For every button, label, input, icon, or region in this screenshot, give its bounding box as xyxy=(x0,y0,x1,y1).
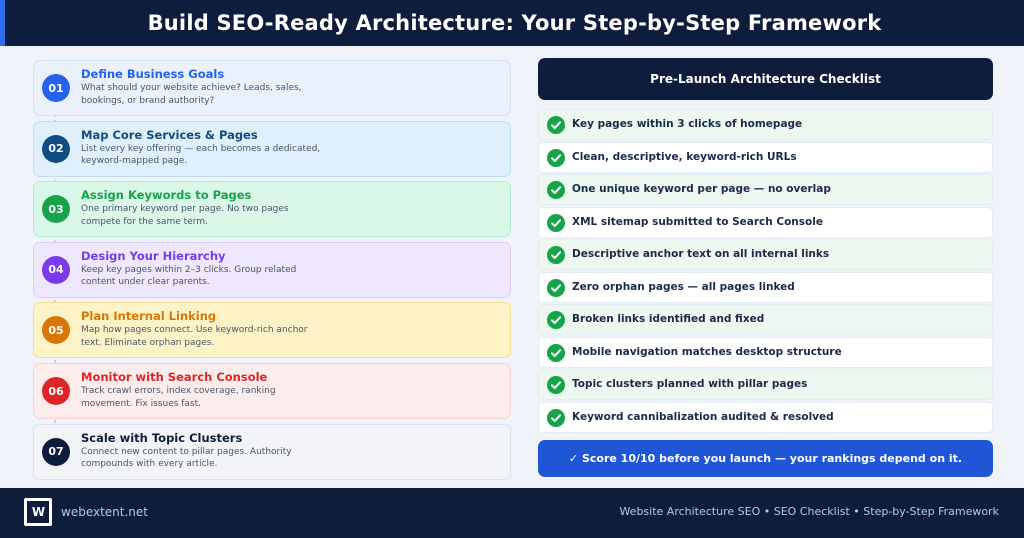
checklist-item: XML sitemap submitted to Search Console xyxy=(538,206,993,238)
step-number-badge: 06 xyxy=(42,377,70,405)
step-card: 02 Map Core Services & Pages List every ke… xyxy=(33,120,511,177)
checklist-item-label: Broken links identified and fixed xyxy=(572,313,765,325)
step-card: 01 Define Business Goals What should your … xyxy=(33,60,511,116)
check-circle-icon xyxy=(547,376,565,394)
check-circle-icon xyxy=(547,213,565,232)
check-circle-icon xyxy=(547,246,565,264)
checklist-item: Key pages within 3 clicks of homepage xyxy=(538,109,993,140)
check-circle-icon xyxy=(547,148,565,167)
step-description: One primary keyword per page. No two pag… xyxy=(81,204,289,227)
step-description: What should your website achieve? Leads,… xyxy=(81,83,302,106)
brand-logo[interactable]: W xyxy=(24,498,52,526)
step-number-badge: 05 xyxy=(42,316,70,345)
step-title: Monitor with Search Console xyxy=(81,370,268,384)
step-title: Plan Internal Linking xyxy=(81,309,217,324)
checklist-item-label: Mobile navigation matches desktop struct… xyxy=(572,345,842,358)
checklist-item-label: Descriptive anchor text on all internal … xyxy=(572,248,830,260)
step-description: Connect new content to pillar pages. Aut… xyxy=(81,446,292,470)
step-title: Design Your Hierarchy xyxy=(81,248,226,263)
checklist-item: Mobile navigation matches desktop struct… xyxy=(538,336,993,368)
checklist-item-label: XML sitemap submitted to Search Console xyxy=(572,215,823,228)
site-link[interactable]: webextent.net xyxy=(61,505,148,519)
step-description: Map how pages connect. Use keyword-rich … xyxy=(81,325,308,348)
step-number-badge: 02 xyxy=(42,134,70,163)
step-card: 03 Assign Keywords to Pages One primary ke… xyxy=(33,181,511,238)
step-number-badge: 01 xyxy=(42,74,70,102)
logo-mark: W xyxy=(27,501,49,523)
checklist-item-label: Clean, descriptive, keyword-rich URLs xyxy=(572,150,797,163)
step-number-badge: 03 xyxy=(42,195,70,224)
step-number-badge: 07 xyxy=(42,437,70,466)
step-card: 07 Scale with Topic Clusters Connect new c… xyxy=(33,423,511,480)
checklist-item: Broken links identified and fixed xyxy=(538,304,993,335)
checklist-item-label: Zero orphan pages — all pages linked xyxy=(572,280,795,293)
checklist-item: One unique keyword per page — no overlap xyxy=(538,174,993,205)
checklist-title: Pre-Launch Architecture Checklist xyxy=(538,58,993,100)
step-description: Keep key pages within 2–3 clicks. Group … xyxy=(81,264,297,288)
step-card: 04 Design Your Hierarchy Keep key pages wi… xyxy=(33,241,511,298)
step-number-badge: 04 xyxy=(42,255,70,284)
checklist-item-label: Keyword cannibalization audited & resolv… xyxy=(572,410,834,423)
header-bar: Build SEO-Ready Architecture: Your Step-… xyxy=(0,0,1024,46)
step-description: List every key offering — each becomes a… xyxy=(81,143,321,167)
step-title: Scale with Topic Clusters xyxy=(81,430,243,445)
checklist-item: Clean, descriptive, keyword-rich URLs xyxy=(538,141,993,173)
check-circle-icon xyxy=(547,116,565,134)
checklist-item-label: Topic clusters planned with pillar pages xyxy=(572,378,808,390)
page-title: Build SEO-Ready Architecture: Your Step-… xyxy=(147,11,882,35)
checklist-item: Keyword cannibalization audited & resolv… xyxy=(538,401,993,433)
checklist-item-label: One unique keyword per page — no overlap xyxy=(572,183,831,195)
step-title: Map Core Services & Pages xyxy=(81,127,258,142)
footer-bar: W webextent.net Website Architecture SEO… xyxy=(0,488,1024,538)
check-circle-icon xyxy=(547,311,565,329)
check-circle-icon xyxy=(547,278,565,297)
step-description: Track crawl errors, index coverage, rank… xyxy=(81,386,276,409)
footer-tags: Website Architecture SEO • SEO Checklist… xyxy=(619,505,999,518)
main-content: 01 Define Business Goals What should your … xyxy=(0,46,1024,488)
checklist-item: Zero orphan pages — all pages linked xyxy=(538,271,993,303)
checklist-item-label: Key pages within 3 clicks of homepage xyxy=(572,118,803,130)
step-card: 05 Plan Internal Linking Map how pages con… xyxy=(33,302,511,359)
step-title: Define Business Goals xyxy=(81,67,225,81)
check-circle-icon xyxy=(547,343,565,362)
check-circle-icon xyxy=(547,181,565,199)
score-banner: ✓ Score 10/10 before you launch — your r… xyxy=(538,440,993,477)
step-title: Assign Keywords to Pages xyxy=(81,188,252,203)
step-card: 06 Monitor with Search Console Track crawl… xyxy=(33,363,511,419)
checklist-item: Descriptive anchor text on all internal … xyxy=(538,239,993,270)
check-circle-icon xyxy=(547,408,565,427)
checklist-item: Topic clusters planned with pillar pages xyxy=(538,369,993,400)
